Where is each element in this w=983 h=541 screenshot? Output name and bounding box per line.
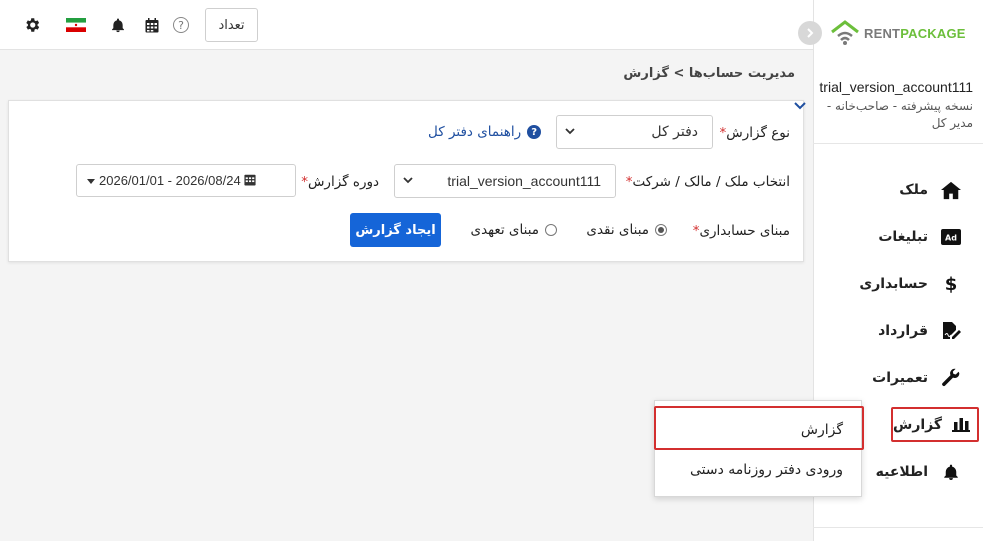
count-button[interactable]: تعداد [205,8,258,42]
sidebar-item-label: قرارداد [878,323,928,339]
svg-text:$: $ [945,274,958,294]
basis-accrual-label: مبنای تعهدی [470,222,540,238]
home-icon [940,179,962,201]
basis-cash-radio[interactable]: مبنای نقدی [586,222,667,238]
sidebar-item-label: تعمیرات [872,370,928,386]
period-label: دوره گزارش* [301,174,379,190]
sidebar-item-accounting[interactable]: $ حسابداری [830,266,970,302]
ad-icon: Ad [940,226,962,248]
caret-down-icon [87,173,95,188]
chevron-down-icon [403,176,413,187]
logo: RENTPACKAGE [830,18,975,48]
property-select[interactable]: trial_version_account111 [394,164,616,198]
sidebar-item-property[interactable]: ملک [830,172,970,208]
breadcrumb: مدیریت حساب‌ها > گزارش [623,66,795,81]
wrench-icon [940,367,962,389]
top-bar: ? تعداد [0,0,813,50]
create-report-button[interactable]: ایجاد گزارش [350,213,441,247]
radio-selected-icon [655,224,667,236]
sidebar-item-label: گزارش [893,416,943,433]
radio-unselected-icon [545,224,557,236]
help-icon[interactable]: ? [172,16,190,34]
help-link-label: راهنمای دفتر کل [428,124,522,140]
report-type-label: نوع گزارش* [719,125,790,141]
iran-flag-icon[interactable] [66,16,86,34]
chart-bar-icon [950,414,971,436]
logo-text: RENTPACKAGE [864,25,966,41]
sidebar-item-label: ملک [899,182,928,198]
property-label: انتخاب ملک / مالک / شرکت* [625,174,790,190]
dollar-icon: $ [940,273,962,295]
sidebar-item-label: حسابداری [859,276,928,292]
accounting-basis-label: مبنای حسابداری* [692,223,790,239]
sidebar-item-report[interactable]: گزارش [891,407,979,442]
report-type-value: دفتر کل [651,124,698,140]
logo-icon [831,20,859,45]
basis-cash-label: مبنای نقدی [586,222,649,238]
account-role: نسخه پیشرفته - صاحب‌خانه - مدیر کل [826,99,973,130]
bell-icon[interactable] [109,16,127,34]
help-glyph: ? [173,17,189,33]
period-value: 2026/01/01 - 2026/08/24 [99,173,241,188]
chevron-down-icon [565,127,575,138]
general-ledger-help-link[interactable]: ? راهنمای دفتر کل [428,124,542,140]
submenu-item-manual-journal[interactable]: ورودی دفتر روزنامه دستی [690,462,843,478]
period-date-range-input[interactable]: 2026/01/01 - 2026/08/24 [76,164,296,197]
sidebar-divider [813,527,983,528]
account-name: trial_version_account111 [819,79,973,95]
calendar-icon [244,173,256,189]
gear-icon[interactable] [23,16,41,34]
sidebar-item-label: تبلیغات [878,229,928,245]
svg-text:Ad: Ad [945,234,957,243]
basis-accrual-radio[interactable]: مبنای تعهدی [470,222,557,238]
contract-icon [940,320,962,342]
sidebar-item-contract[interactable]: قرارداد [830,313,970,349]
collapse-form-icon[interactable] [794,99,806,114]
calendar-icon[interactable] [143,16,161,34]
bell-icon [940,461,962,483]
submenu-highlight [654,406,864,450]
sidebar-item-label: اطلاعیه [875,464,928,480]
help-icon: ? [527,125,542,139]
collapse-sidebar-button[interactable] [798,21,822,45]
report-type-select[interactable]: دفتر کل [556,115,713,149]
sidebar-item-maintenance[interactable]: تعمیرات [830,360,970,396]
sidebar-divider [813,143,983,144]
property-value: trial_version_account111 [447,173,601,189]
sidebar-item-ads[interactable]: Ad تبلیغات [830,219,970,255]
